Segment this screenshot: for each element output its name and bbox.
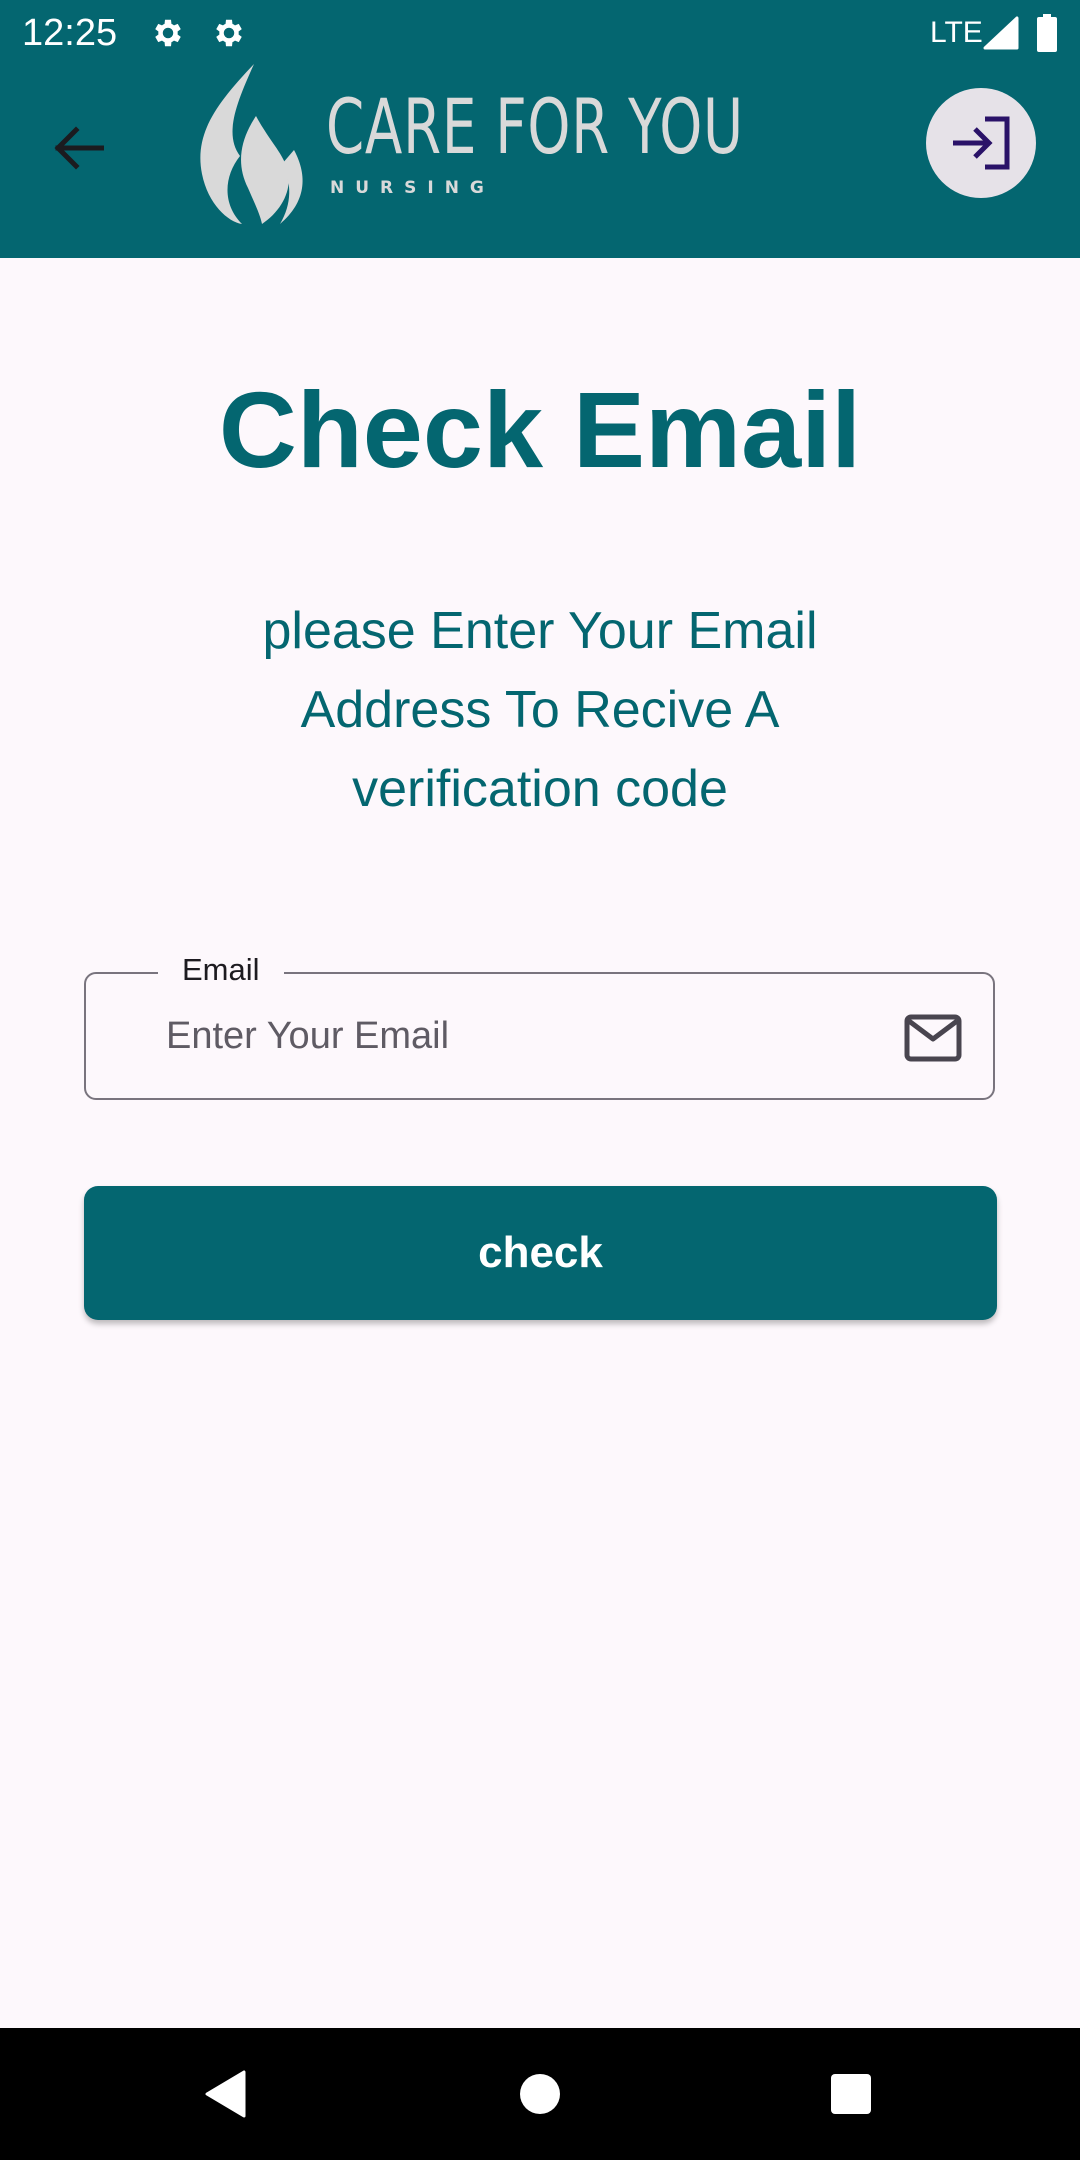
circle-home-icon (520, 2074, 560, 2114)
nav-home-button[interactable] (480, 2028, 600, 2160)
flame-logo-icon (200, 64, 303, 224)
signal-icon (983, 16, 1019, 50)
system-nav-bar (0, 2028, 1080, 2160)
check-button[interactable]: check (84, 1186, 997, 1320)
check-email-screen: 12:25 LTE CARE FOR YOU NURSING Check Ema… (0, 0, 1080, 2160)
back-button[interactable] (40, 110, 116, 186)
gear-icon (216, 19, 242, 47)
app-header: 12:25 LTE CARE FOR YOU NURSING (0, 0, 1080, 258)
logo-subtitle: NURSING (330, 178, 495, 198)
page-title: Check Email (218, 369, 862, 490)
nav-back-button[interactable] (166, 2028, 286, 2160)
email-field-label: Email (158, 948, 284, 992)
logo-title: CARE FOR YOU (326, 82, 744, 171)
login-icon (953, 116, 1010, 170)
gear-icon (155, 19, 181, 47)
square-recents-icon (831, 2074, 871, 2114)
login-button[interactable] (926, 88, 1036, 198)
triangle-back-icon (205, 2070, 246, 2118)
network-type: LTE (930, 16, 983, 49)
email-input[interactable] (166, 998, 866, 1074)
care-for-you-logo: CARE FOR YOU NURSING (196, 64, 743, 224)
nav-recents-button[interactable] (791, 2028, 911, 2160)
email-field[interactable]: Email (84, 948, 995, 1100)
mail-icon (904, 1014, 962, 1062)
battery-icon (1037, 14, 1057, 52)
status-time: 12:25 (22, 12, 118, 54)
arrow-left-icon (54, 126, 104, 170)
status-bar: 12:25 LTE (0, 0, 1080, 66)
instructions-text: please Enter Your Email Address To Reciv… (262, 602, 818, 818)
